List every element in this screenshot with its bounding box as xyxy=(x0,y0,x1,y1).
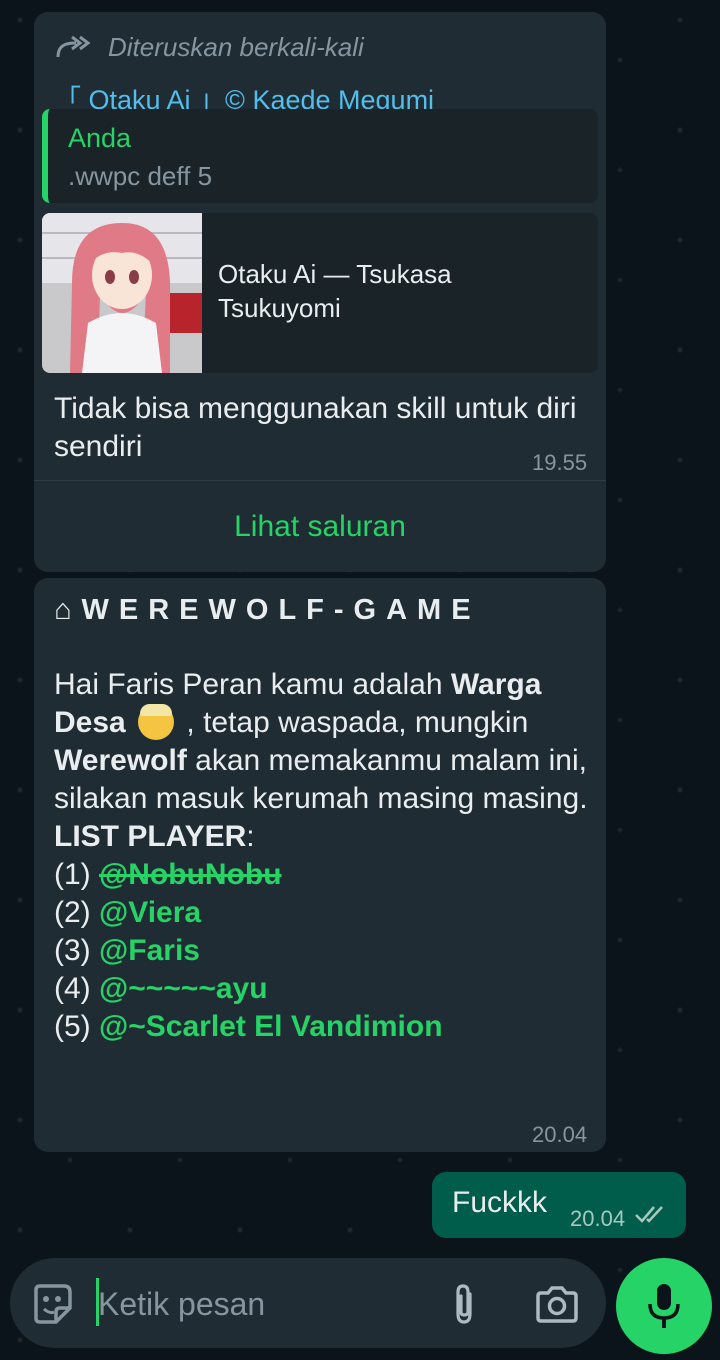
player-mention[interactable]: @NobuNobu xyxy=(99,858,282,891)
intro-text: Hai Faris Peran kamu adalah xyxy=(54,668,451,701)
mic-icon xyxy=(648,1284,680,1328)
player-mention[interactable]: @~Scarlet El Vandimion xyxy=(99,1010,443,1043)
message-time: 20.04 xyxy=(570,1206,626,1231)
quote-text: .wwpc deff 5 xyxy=(68,161,213,191)
message-input-bar: Ketik pesan xyxy=(10,1258,606,1348)
list-colon: : xyxy=(246,820,255,853)
forwarded-message-bubble[interactable]: Diteruskan berkali-kali 「 Otaku Ai 」© Ka… xyxy=(34,12,606,572)
player-number: (1) xyxy=(54,858,99,891)
player-mention[interactable]: @Viera xyxy=(99,896,201,929)
divider xyxy=(34,480,606,481)
link-preview[interactable]: Otaku Ai — Tsukasa Tsukuyomi xyxy=(42,213,598,373)
forwarded-label-row: Diteruskan berkali-kali xyxy=(54,32,364,63)
message-time: 19.55 xyxy=(532,450,588,475)
player-number: (3) xyxy=(54,934,99,967)
preview-thumbnail xyxy=(42,213,202,373)
attach-icon[interactable] xyxy=(444,1282,484,1326)
villager-emoji-icon xyxy=(138,704,175,740)
game-message-bubble[interactable]: ⌂WEREWOLF-GAME Hai Faris Peran kamu adal… xyxy=(34,578,606,1152)
camera-icon[interactable] xyxy=(534,1284,580,1324)
game-message-body: Hai Faris Peran kamu adalah Warga Desa ,… xyxy=(54,666,594,1046)
quote-author: Anda xyxy=(68,123,132,153)
message-time: 20.04 xyxy=(532,1122,588,1147)
player-number: (2) xyxy=(54,896,99,929)
player-mention[interactable]: @Faris xyxy=(99,934,200,967)
message-input[interactable]: Ketik pesan xyxy=(98,1286,265,1323)
game-title: ⌂WEREWOLF-GAME xyxy=(54,594,481,626)
message-text: Fuckkk xyxy=(452,1186,548,1219)
player-mention[interactable]: @~~~~~ayu xyxy=(99,972,268,1005)
message-text: Tidak bisa menggunakan skill untuk diri … xyxy=(54,392,577,463)
forwarded-label: Diteruskan berkali-kali xyxy=(108,32,364,62)
view-channel-button[interactable]: Lihat saluran xyxy=(34,510,606,544)
player-number: (4) xyxy=(54,972,99,1005)
quoted-message[interactable]: Anda .wwpc deff 5 xyxy=(42,109,598,203)
double-check-icon xyxy=(635,1206,663,1223)
voice-record-button[interactable] xyxy=(616,1258,712,1354)
werewolf-text: Werewolf xyxy=(54,744,187,777)
player-number: (5) xyxy=(54,1010,99,1043)
sticker-icon[interactable] xyxy=(30,1282,74,1326)
list-header: LIST PLAYER xyxy=(54,820,247,853)
intro-text-2: , tetap waspada, mungkin xyxy=(178,706,529,739)
outgoing-message-bubble[interactable]: Fuckkk 20.04 xyxy=(432,1172,686,1238)
preview-title: Otaku Ai — Tsukasa Tsukuyomi xyxy=(218,259,452,323)
forward-icon xyxy=(56,35,90,57)
